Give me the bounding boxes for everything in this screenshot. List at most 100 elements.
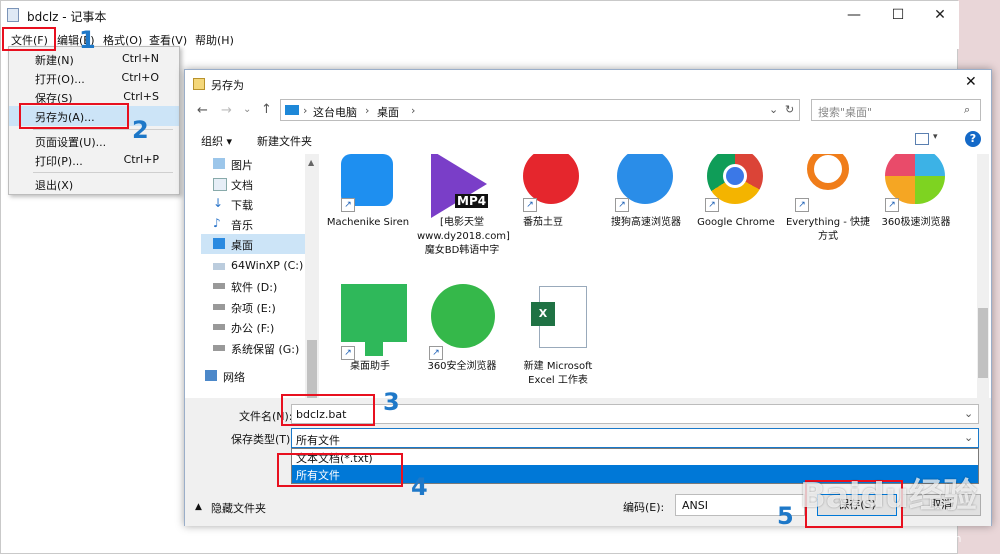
annotation-number-1: 1 [79, 26, 96, 54]
file-item-360safe[interactable]: ↗ 360安全浏览器 [417, 280, 507, 390]
desktop-helper-icon [341, 284, 407, 342]
shortcut-arrow-icon: ↗ [523, 198, 537, 212]
everything-magnifier-icon [807, 154, 849, 190]
notepad-titlebar: bdclz - 记事本 — ☐ ✕ [1, 1, 959, 29]
drive-icon [213, 283, 225, 289]
drive-icon [213, 345, 225, 351]
filetype-value: 所有文件 [296, 434, 340, 447]
annotation-box-filename [281, 394, 375, 426]
mp4-badge: MP4 [455, 194, 489, 208]
file-label: [电影天堂www.dy2018.com]魔女BD韩语中字 [417, 217, 510, 256]
minimize-icon[interactable]: — [839, 5, 869, 25]
notepad-icon [7, 8, 19, 22]
tree-item-drive-f[interactable]: 办公 (F:) [201, 317, 319, 337]
filetype-select[interactable]: 所有文件 ⌄ [291, 428, 979, 448]
sogou-browser-icon [617, 154, 673, 204]
tree-item-network[interactable]: 网络 [201, 366, 319, 386]
drive-icon [213, 263, 225, 270]
file-item-tomato[interactable]: ↗ 番茄土豆 [511, 154, 601, 280]
forward-arrow-icon[interactable]: → [221, 103, 232, 118]
annotation-number-3: 3 [383, 388, 400, 416]
file-list-scrollbar-thumb[interactable] [978, 308, 988, 378]
tree-item-drive-g[interactable]: 系统保留 (G:) [201, 338, 319, 358]
file-item-desktop-helper[interactable]: ↗ 桌面助手 [325, 280, 415, 390]
tree-item-drive-d[interactable]: 软件 (D:) [201, 276, 319, 296]
file-item-360speed[interactable]: ↗ 360极速浏览器 [875, 154, 965, 280]
360-speed-browser-icon [885, 154, 945, 204]
music-note-icon: ♪ [213, 216, 221, 230]
menu-separator [33, 129, 173, 130]
video-play-icon [431, 154, 487, 218]
tree-item-drive-e[interactable]: 杂项 (E:) [201, 297, 319, 317]
dialog-folder-icon [193, 78, 205, 90]
tree-item-pictures[interactable]: 图片 [201, 154, 319, 174]
organize-button[interactable]: 组织 ▾ [201, 133, 232, 149]
file-menu-open[interactable]: 打开(O)... Ctrl+O [9, 68, 179, 88]
dialog-close-icon[interactable]: ✕ [965, 74, 977, 90]
refresh-icon[interactable]: ↻ [785, 103, 794, 116]
file-item-everything[interactable]: ↗ Everything - 快捷方式 [781, 154, 875, 280]
chevron-down-icon[interactable]: ⌄ [964, 407, 973, 420]
menu-separator [33, 172, 173, 173]
download-arrow-icon: ↓ [213, 196, 224, 210]
new-folder-button[interactable]: 新建文件夹 [257, 133, 312, 149]
view-options-icon[interactable] [915, 133, 929, 145]
encoding-label: 编码(E): [623, 501, 665, 514]
menu-help[interactable]: 帮助(H) [195, 32, 234, 48]
back-arrow-icon[interactable]: ← [197, 103, 208, 118]
annotation-number-2: 2 [132, 116, 149, 144]
tree-item-music[interactable]: ♪ 音乐 [201, 214, 319, 234]
annotation-box-file-menu [2, 27, 56, 51]
hide-folders-chevron-icon[interactable]: ▲ [195, 502, 202, 512]
excel-x-icon: X [531, 302, 555, 326]
annotation-box-save-as [19, 103, 129, 129]
file-menu-print[interactable]: 打印(P)... Ctrl+P [9, 150, 179, 170]
recent-chevron-icon[interactable]: ⌄ [243, 104, 251, 115]
maximize-icon[interactable]: ☐ [883, 5, 913, 25]
desktop-icon [213, 238, 225, 249]
network-icon [205, 370, 217, 381]
tree-item-desktop[interactable]: 桌面 [201, 234, 319, 254]
drive-icon [213, 324, 225, 330]
breadcrumb-desktop[interactable]: 桌面 [377, 104, 399, 120]
shortcut-arrow-icon: ↗ [341, 346, 355, 360]
baidu-watermark-url: jingyan.baidu.com [860, 532, 962, 545]
close-icon[interactable]: ✕ [925, 5, 955, 25]
hide-folders-button[interactable]: 隐藏文件夹 [211, 500, 266, 516]
shortcut-arrow-icon: ↗ [615, 198, 629, 212]
documents-icon [213, 178, 227, 191]
shortcut-arrow-icon: ↗ [705, 198, 719, 212]
help-icon[interactable]: ? [965, 131, 981, 147]
file-label: 360极速浏览器 [881, 217, 951, 228]
chevron-down-icon[interactable]: ⌄ [964, 431, 973, 444]
file-label: 番茄土豆 [523, 217, 563, 228]
address-bar[interactable]: › 这台电脑 › 桌面 › ⌄ ↻ [280, 99, 800, 121]
file-item-sogou[interactable]: ↗ 搜狗高速浏览器 [601, 154, 691, 280]
file-label: Machenike Siren [326, 217, 410, 228]
up-arrow-icon[interactable]: ↑ [261, 102, 272, 117]
file-item-chrome[interactable]: ↗ Google Chrome [691, 154, 781, 280]
file-item-movie[interactable]: MP4 [电影天堂www.dy2018.com]魔女BD韩语中字 [417, 154, 511, 280]
search-input[interactable]: 搜索"桌面" [818, 104, 872, 120]
dialog-title: 另存为 [211, 79, 244, 92]
tomato-check-icon [523, 154, 579, 204]
tree-item-drive-c[interactable]: 64WinXP (C:) [201, 256, 319, 276]
file-label: 360安全浏览器 [427, 361, 497, 372]
tree-item-documents[interactable]: 文档 [201, 174, 319, 194]
tree-item-downloads[interactable]: ↓ 下载 [201, 194, 319, 214]
annotation-box-all-files [277, 453, 403, 487]
search-box[interactable]: 搜索"桌面" ⌕ [811, 99, 981, 121]
search-icon: ⌕ [964, 103, 971, 116]
file-label: 新建 Microsoft Excel 工作表 [523, 361, 593, 386]
notepad-title: bdclz - 记事本 [27, 10, 107, 24]
dropdown-chevron-icon[interactable]: ⌄ [769, 103, 778, 116]
baidu-watermark: Baidu经验 [800, 476, 978, 516]
file-menu-exit[interactable]: 退出(X) [9, 174, 179, 194]
file-item-machenike[interactable]: ↗ Machenike Siren [325, 154, 415, 280]
dialog-toolbar: 组织 ▾ 新建文件夹 ▾ ? [185, 127, 991, 153]
pc-icon [285, 105, 299, 115]
breadcrumb-pc[interactable]: 这台电脑 [313, 104, 357, 120]
annotation-number-5: 5 [777, 502, 794, 530]
file-menu-page-setup[interactable]: 页面设置(U)... [9, 131, 179, 151]
file-item-excel[interactable]: X 新建 Microsoft Excel 工作表 [511, 280, 605, 390]
